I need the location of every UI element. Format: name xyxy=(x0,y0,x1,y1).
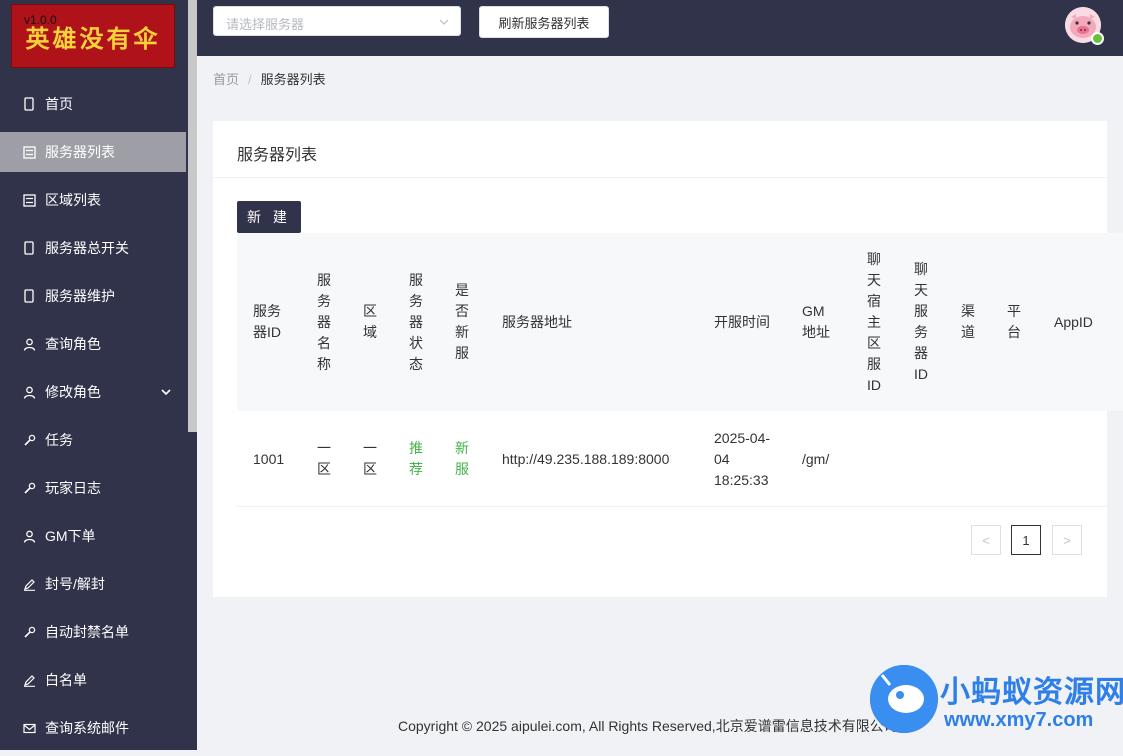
sidebar-item-label: 修改角色 xyxy=(45,384,101,400)
th-chat-host-id: 聊天宿主区服ID xyxy=(867,250,881,393)
server-select[interactable]: 请选择服务器 xyxy=(213,6,461,36)
sidebar-item-11[interactable]: 自动封禁名单 xyxy=(0,612,186,652)
sidebar-item-1[interactable]: 服务器列表 xyxy=(0,132,186,172)
next-page-button[interactable]: > xyxy=(1052,525,1082,555)
table-row[interactable]: 1001 一区 一区 推荐 新服 http://49.235.188.189:8… xyxy=(237,412,1107,507)
watermark-title: 小蚂蚁资源网 xyxy=(940,676,1123,709)
sidebar-item-3[interactable]: 服务器总开关 xyxy=(0,228,186,268)
phone-icon xyxy=(22,241,36,255)
th-region: 区域 xyxy=(363,303,377,340)
sidebar-item-label: 首页 xyxy=(45,96,73,112)
watermark-url: www.xmy7.com xyxy=(944,709,1094,731)
phone-icon xyxy=(22,97,36,111)
top-header: 请选择服务器 刷新服务器列表 xyxy=(197,0,1123,56)
wrench-icon xyxy=(22,433,36,447)
card-title: 服务器列表 xyxy=(237,147,318,164)
list-icon xyxy=(22,193,36,207)
th-channel: 渠道 xyxy=(961,303,975,340)
edit-icon xyxy=(22,673,36,687)
wrench-icon xyxy=(22,481,36,495)
breadcrumb-separator: / xyxy=(248,72,252,87)
user-icon xyxy=(22,529,36,543)
watermark: 小蚂蚁资源网 www.xmy7.com xyxy=(870,663,1123,743)
th-server-status: 服务器状态 xyxy=(409,271,423,372)
sidebar-item-2[interactable]: 区域列表 xyxy=(0,180,186,220)
server-select-placeholder: 请选择服务器 xyxy=(226,17,305,32)
breadcrumb-home[interactable]: 首页 xyxy=(213,72,239,87)
app-logo[interactable]: 英雄没有伞 v1.0.0 xyxy=(12,5,174,67)
sidebar-menu: 首页服务器列表区域列表服务器总开关 服务器维护查询角色修改角色任务玩家日志 GM下单… xyxy=(0,84,186,756)
sidebar-item-13[interactable]: 查询系统邮件 xyxy=(0,708,186,748)
card-divider xyxy=(213,177,1107,178)
sidebar: 英雄没有伞 v1.0.0 首页服务器列表区域列表服务器总开关 服务器维护查询角色修… xyxy=(0,0,197,750)
chevron-down-icon xyxy=(160,385,172,401)
sidebar-item-label: 区域列表 xyxy=(45,192,101,208)
th-server-id: 服务器ID xyxy=(253,303,281,340)
td-server-id: 1001 xyxy=(253,450,285,467)
th-gm-address: GM地址 xyxy=(802,303,830,340)
list-icon xyxy=(22,145,36,159)
td-server-name: 一区 xyxy=(317,440,331,477)
sidebar-item-label: 封号/解封 xyxy=(45,576,105,592)
td-open-time: 2025-04-04 18:25:33 xyxy=(714,429,771,488)
sidebar-item-label: 白名单 xyxy=(45,672,87,688)
sidebar-item-label: 查询角色 xyxy=(45,336,101,352)
th-chat-server-id: 聊天服务器ID xyxy=(914,261,928,382)
th-platform: 平台 xyxy=(1007,303,1021,340)
sidebar-item-7[interactable]: 任务 xyxy=(0,420,186,460)
chevron-down-icon xyxy=(438,15,450,33)
sidebar-item-10[interactable]: 封号/解封 xyxy=(0,564,186,604)
sidebar-item-label: 玩家日志 xyxy=(45,480,101,496)
phone-icon xyxy=(22,289,36,303)
sidebar-item-label: 服务器总开关 xyxy=(45,240,129,256)
ant-logo-icon xyxy=(870,665,938,733)
refresh-server-list-button[interactable]: 刷新服务器列表 xyxy=(479,6,609,38)
page-1-button[interactable]: 1 xyxy=(1011,525,1041,555)
breadcrumb: 首页 / 服务器列表 xyxy=(213,69,326,88)
sidebar-item-9[interactable]: GM下单 xyxy=(0,516,186,556)
user-icon xyxy=(22,337,36,351)
td-gm-address: /gm/ xyxy=(802,450,830,467)
new-button[interactable]: 新 建 xyxy=(237,201,301,233)
table-header: 服务器ID 服务器名称 区域 服务器状态 是否新服 服务器地址 开服时间 GM地… xyxy=(237,233,1123,411)
edit-icon xyxy=(22,577,36,591)
sidebar-item-8[interactable]: 玩家日志 xyxy=(0,468,186,508)
td-server-address: http://49.235.188.189:8000 xyxy=(502,450,670,467)
th-server-name: 服务器名称 xyxy=(317,271,331,372)
td-is-new: 新服 xyxy=(455,440,469,477)
sidebar-item-label: 自动封禁名单 xyxy=(45,624,129,640)
td-server-status: 推荐 xyxy=(409,440,423,477)
sidebar-item-6[interactable]: 修改角色 xyxy=(0,372,186,412)
sidebar-item-label: 服务器列表 xyxy=(45,144,115,160)
prev-page-button[interactable]: < xyxy=(971,525,1001,555)
sidebar-scrollbar[interactable] xyxy=(188,0,197,432)
th-is-new: 是否新服 xyxy=(455,282,469,361)
th-open-time: 开服时间 xyxy=(714,313,770,330)
sidebar-item-4[interactable]: 服务器维护 xyxy=(0,276,186,316)
sidebar-item-0[interactable]: 首页 xyxy=(0,84,186,124)
th-server-address: 服务器地址 xyxy=(502,313,572,330)
user-icon xyxy=(22,385,36,399)
sidebar-item-label: 查询系统邮件 xyxy=(45,720,129,736)
app-version: v1.0.0 xyxy=(24,13,57,27)
td-region: 一区 xyxy=(363,440,377,477)
th-app-id: AppID xyxy=(1054,313,1093,330)
footer-copyright: Copyright © 2025 aipulei.com, All Rights… xyxy=(398,718,898,734)
sidebar-item-label: 服务器维护 xyxy=(45,288,115,304)
wrench-icon xyxy=(22,625,36,639)
online-status-dot xyxy=(1091,32,1104,45)
sidebar-item-5[interactable]: 查询角色 xyxy=(0,324,186,364)
sidebar-item-label: 任务 xyxy=(45,432,73,448)
breadcrumb-current: 服务器列表 xyxy=(260,72,326,87)
sidebar-item-label: GM下单 xyxy=(45,528,96,544)
sidebar-item-12[interactable]: 白名单 xyxy=(0,660,186,700)
mail-icon xyxy=(22,721,36,735)
